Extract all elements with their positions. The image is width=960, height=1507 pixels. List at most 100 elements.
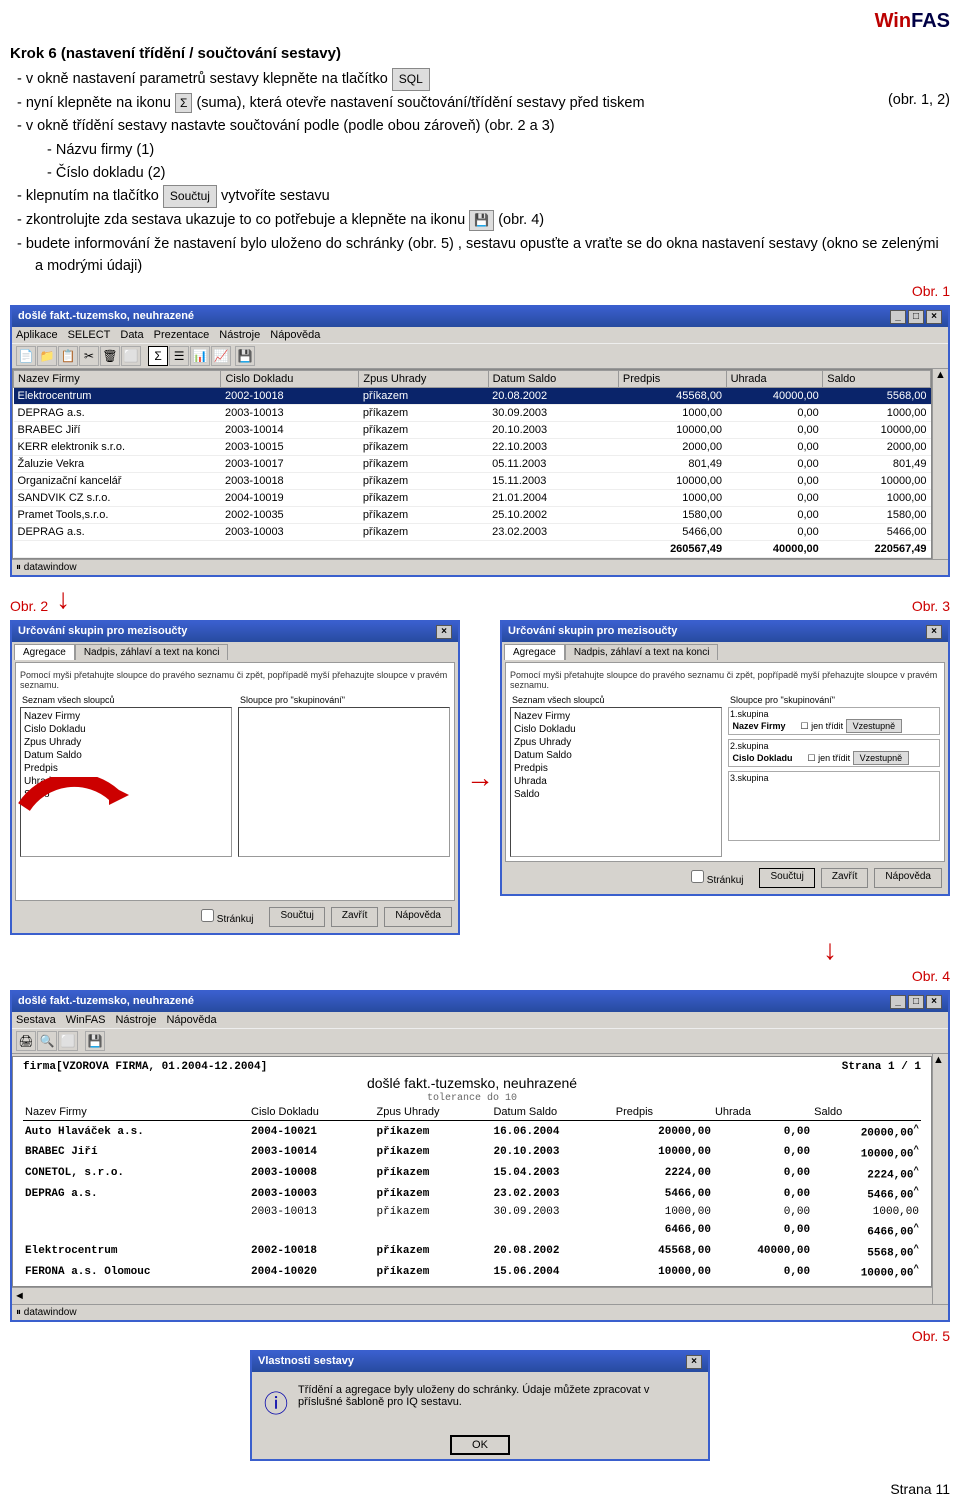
tb-icon[interactable]: ✂ <box>79 346 99 366</box>
table-row: DEPRAG a.s.2003-10003příkazem23.02.20035… <box>23 1183 921 1204</box>
window-title: došlé fakt.-tuzemsko, neuhrazené <box>18 310 194 324</box>
sigma-toolbar-icon[interactable]: Σ <box>148 346 168 366</box>
menubar: Sestava WinFAS Nástroje Nápověda <box>12 1012 948 1028</box>
list-item[interactable]: Predpis <box>23 762 229 775</box>
col-header: Datum Saldo <box>491 1104 613 1121</box>
list-groups[interactable] <box>238 707 450 857</box>
napoveda-btn[interactable]: Nápověda <box>384 907 452 927</box>
menu-item[interactable]: Nápověda <box>270 329 320 341</box>
tab-agregace[interactable]: Agregace <box>14 644 75 660</box>
tb-icon[interactable]: 🗑 <box>100 346 120 366</box>
table-row[interactable]: SANDVIK CZ s.r.o.2004-10019příkazem21.01… <box>14 490 931 507</box>
souctuj-button[interactable]: Součtuj <box>163 185 217 208</box>
col-header[interactable]: Nazev Firmy <box>14 371 221 388</box>
scrollbar[interactable]: ▲ <box>932 1054 948 1304</box>
menu-item[interactable]: Nápověda <box>166 1014 216 1026</box>
menu-item[interactable]: Data <box>120 329 143 341</box>
message-dialog: Vlastnosti sestavy× ⓘTřídění a agregace … <box>250 1350 710 1461</box>
list-item[interactable]: Datum Saldo <box>513 749 719 762</box>
souctuj-btn[interactable]: Součtuj <box>759 868 814 888</box>
maximize-icon[interactable]: □ <box>908 310 924 324</box>
print-icon[interactable]: 🖨 <box>16 1031 36 1051</box>
tb-icon[interactable]: ⬜ <box>121 346 141 366</box>
window-sestava: došlé fakt.-tuzemsko, neuhrazené _□× Apl… <box>10 305 950 577</box>
window-titlebar: došlé fakt.-tuzemsko, neuhrazené _□× <box>12 307 948 327</box>
list-all[interactable]: Nazev FirmyCislo DokladuZpus UhradyDatum… <box>510 707 722 857</box>
info-icon: ⓘ <box>264 1384 288 1419</box>
menu-item[interactable]: SELECT <box>68 329 111 341</box>
list-item[interactable]: Saldo <box>513 788 719 801</box>
obr4-label: Obr. 4 <box>10 968 950 984</box>
table-row[interactable]: Žaluzie Vekra2003-10017příkazem05.11.200… <box>14 456 931 473</box>
close-icon[interactable]: × <box>926 625 942 639</box>
col-header[interactable]: Cislo Dokladu <box>221 371 359 388</box>
tab-nadpis[interactable]: Nadpis, záhlaví a text na konci <box>75 644 229 660</box>
table-row[interactable]: DEPRAG a.s.2003-10013příkazem30.09.20031… <box>14 405 931 422</box>
list-item[interactable]: Zpus Uhrady <box>513 736 719 749</box>
dialog-groups-1: Určování skupin pro mezisoučty× Agregace… <box>10 620 460 935</box>
strankuj-check[interactable] <box>201 909 214 922</box>
col-header[interactable]: Datum Saldo <box>488 371 618 388</box>
minimize-icon[interactable]: _ <box>890 310 906 324</box>
arrow-right-icon: → <box>466 762 494 794</box>
col-header[interactable]: Uhrada <box>726 371 823 388</box>
list-item[interactable]: Cislo Dokladu <box>513 723 719 736</box>
table-row[interactable]: BRABEC Jiří2003-10014příkazem20.10.20031… <box>14 422 931 439</box>
col-header: Saldo <box>812 1104 921 1121</box>
ok-button[interactable]: OK <box>450 1435 510 1455</box>
tb-icon[interactable]: ☰ <box>169 346 189 366</box>
close-icon[interactable]: × <box>686 1355 702 1369</box>
list-item[interactable]: Predpis <box>513 762 719 775</box>
menu-item[interactable]: Nástroje <box>115 1014 156 1026</box>
table-row[interactable]: Pramet Tools,s.r.o.2002-10035příkazem25.… <box>14 507 931 524</box>
sigma-icon[interactable]: Σ <box>175 93 192 114</box>
ref-obr4: (obr. 4) <box>498 212 544 228</box>
tb-icon[interactable]: 📁 <box>37 346 57 366</box>
save-icon[interactable]: 💾 <box>85 1031 105 1051</box>
table-row: 2003-10013příkazem30.09.20031000,000,001… <box>23 1204 921 1220</box>
save-icon[interactable]: 💾 <box>469 210 494 231</box>
tabs: AgregaceNadpis, záhlaví a text na konci <box>12 642 458 662</box>
table-row[interactable]: DEPRAG a.s.2003-10003příkazem23.02.20035… <box>14 524 931 541</box>
menu-item[interactable]: Prezentace <box>154 329 210 341</box>
obr1-label: Obr. 1 <box>10 283 950 299</box>
tb-icon[interactable]: 📈 <box>211 346 231 366</box>
toolbar: 🖨🔍⬜ 💾 <box>12 1028 948 1054</box>
list-item[interactable]: Uhrada <box>513 775 719 788</box>
logo-win: Win <box>875 10 911 32</box>
close-icon[interactable]: × <box>926 310 942 324</box>
tb-icon[interactable]: 📊 <box>190 346 210 366</box>
list-item[interactable]: Cislo Dokladu <box>23 723 229 736</box>
list-item[interactable]: Datum Saldo <box>23 749 229 762</box>
souctuj-btn[interactable]: Součtuj <box>269 907 324 927</box>
list-item[interactable]: Zpus Uhrady <box>23 736 229 749</box>
table-row[interactable]: KERR elektronik s.r.o.2003-10015příkazem… <box>14 439 931 456</box>
menu-item[interactable]: WinFAS <box>66 1014 106 1026</box>
list-item[interactable]: Nazev Firmy <box>513 710 719 723</box>
tb-icon[interactable]: 💾 <box>235 346 255 366</box>
menu-item[interactable]: Sestava <box>16 1014 56 1026</box>
list-item[interactable]: Nazev Firmy <box>23 710 229 723</box>
zavrit-btn[interactable]: Zavřít <box>331 907 379 927</box>
col-header: Nazev Firmy <box>23 1104 249 1121</box>
menu-item[interactable]: Nástroje <box>219 329 260 341</box>
col-header[interactable]: Zpus Uhrady <box>359 371 488 388</box>
table-row[interactable]: Elektrocentrum2002-10018příkazem20.08.20… <box>14 388 931 405</box>
col-header[interactable]: Predpis <box>618 371 726 388</box>
menubar: Aplikace SELECT Data Prezentace Nástroje Nápo… <box>12 327 948 343</box>
tb-icon[interactable]: 📄 <box>16 346 36 366</box>
line3b: Číslo dokladu (2) <box>10 162 950 184</box>
scrollbar[interactable]: ▲ <box>932 369 948 559</box>
col-header: Uhrada <box>713 1104 812 1121</box>
menu-item[interactable]: Aplikace <box>16 329 58 341</box>
step-title: Krok 6 (nastavení třídění / součtování s… <box>10 45 950 62</box>
sql-button[interactable]: SQL <box>392 68 430 91</box>
col-header[interactable]: Saldo <box>823 371 931 388</box>
list-groups[interactable]: 1.skupina Nazev Firmy ☐ jen třídit Vzest… <box>728 707 940 841</box>
close-icon[interactable]: × <box>436 625 452 639</box>
tb-icon[interactable]: 📋 <box>58 346 78 366</box>
data-grid[interactable]: Nazev FirmyCislo DokladuZpus UhradyDatum… <box>12 369 932 559</box>
status-bar: ⏸ datawindow <box>12 559 948 575</box>
line6: budete informování že nastavení bylo ulo… <box>10 233 950 278</box>
table-row[interactable]: Organizační kancelář2003-10018příkazem15… <box>14 473 931 490</box>
